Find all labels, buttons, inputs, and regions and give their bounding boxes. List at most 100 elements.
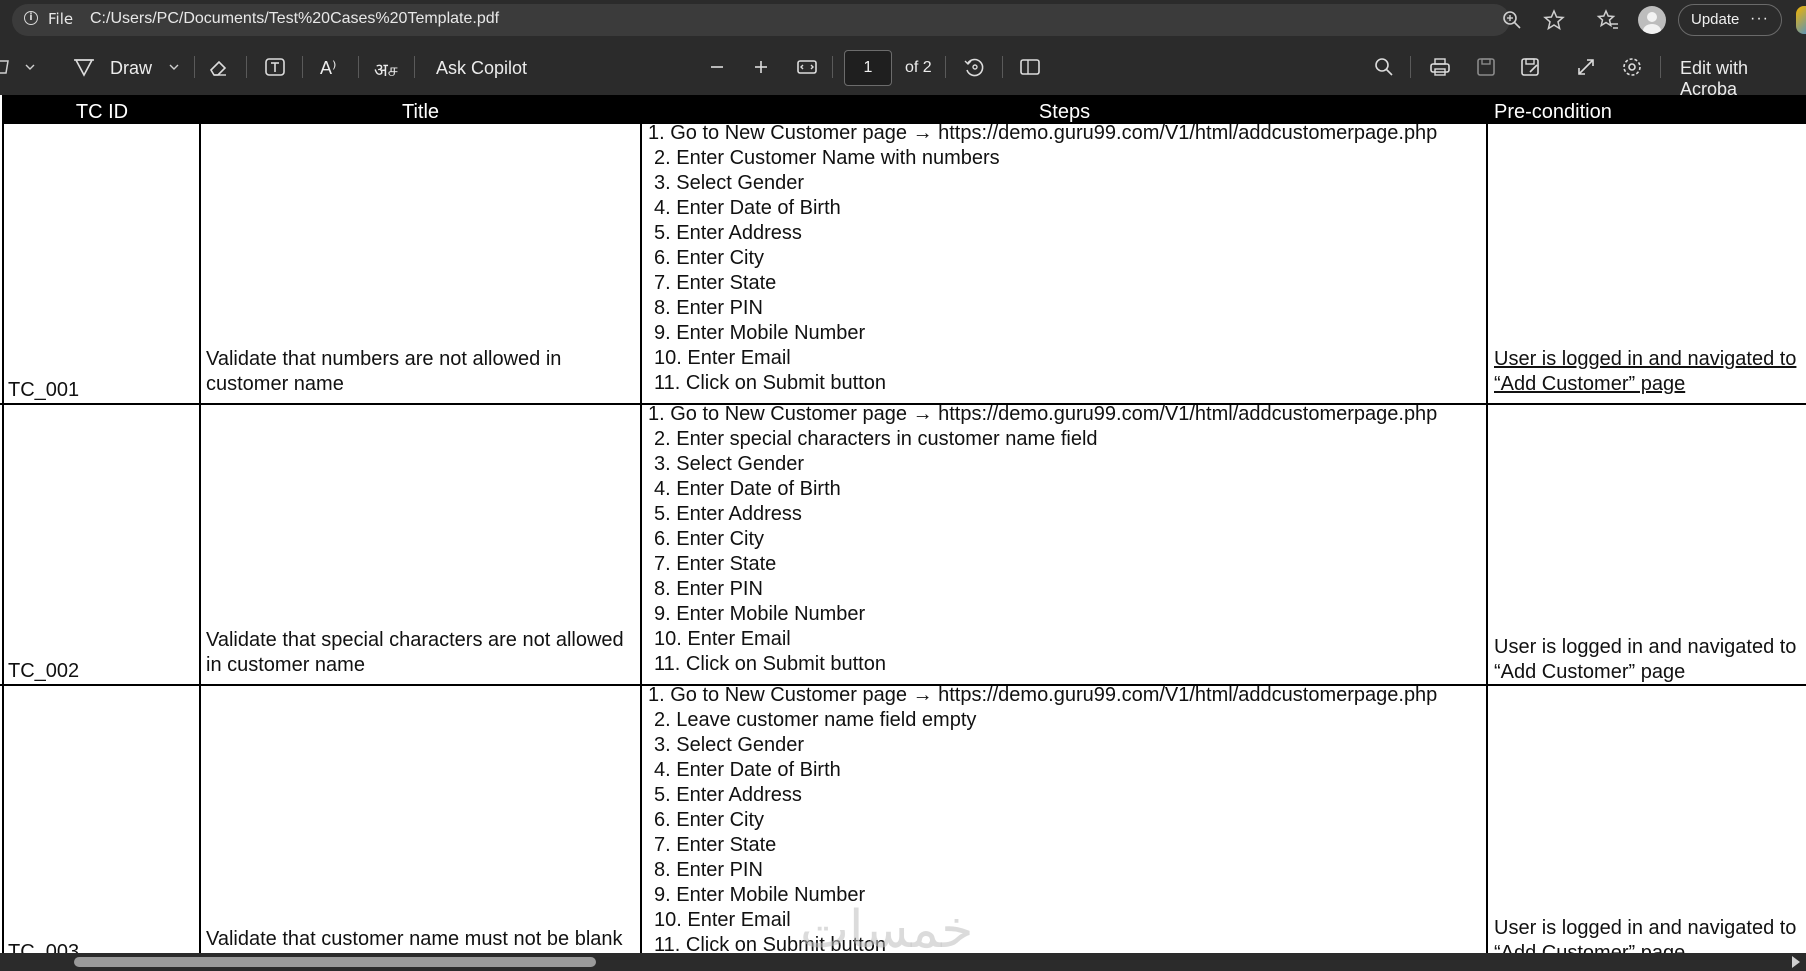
- toolbar-separator: [945, 56, 946, 78]
- step-item: 1. Go to New Customer page → https://dem…: [648, 403, 1438, 425]
- url-text[interactable]: C:/Users/PC/Documents/Test%20Cases%20Tem…: [90, 10, 499, 28]
- zoom-icon[interactable]: [1500, 8, 1524, 32]
- settings-icon[interactable]: [1620, 55, 1644, 79]
- step-item: 10. Enter Email: [654, 347, 791, 369]
- precondition-cell: User is logged in and navigated to “Add …: [1494, 917, 1797, 953]
- grid-line: [2, 95, 4, 953]
- print-icon[interactable]: [1428, 55, 1452, 79]
- step-item: 11. Click on Submit button: [654, 934, 886, 953]
- header-precondition: Pre-condition: [1488, 95, 1806, 124]
- step-item: 7. Enter State: [654, 272, 777, 294]
- update-button[interactable]: Update ···: [1678, 4, 1782, 36]
- title-cell: Validate that numbers are not allowed in…: [206, 348, 562, 395]
- step-item: 8. Enter PIN: [654, 297, 763, 319]
- steps-list: 1. Go to New Customer page → https://dem…: [648, 402, 1437, 677]
- step-item: 2. Enter special characters in customer …: [654, 428, 1098, 450]
- grid-line: [1486, 95, 1488, 953]
- favorite-star-icon[interactable]: [1542, 8, 1566, 32]
- toolbar-separator: [832, 56, 833, 78]
- step-item: 6. Enter City: [654, 247, 765, 269]
- browser-address-bar: i File C:/Users/PC/Documents/Test%20Case…: [0, 0, 1806, 40]
- favorites-list-icon[interactable]: [1596, 8, 1620, 32]
- step-item: 7. Enter State: [654, 834, 777, 856]
- pdf-page: TC ID Title Steps Pre-condition TC_001 V…: [0, 95, 1806, 953]
- text-box-icon[interactable]: [263, 55, 287, 79]
- draw-options-chevron-icon[interactable]: [166, 55, 182, 79]
- translate-icon[interactable]: अச: [374, 58, 398, 83]
- ask-copilot-button[interactable]: Ask Copilot: [436, 58, 527, 79]
- step-item: 3. Select Gender: [654, 734, 805, 756]
- tc-id-cell: TC_002: [8, 660, 80, 682]
- title-cell: Validate that customer name must not be …: [206, 928, 623, 950]
- draw-button[interactable]: Draw: [110, 58, 152, 79]
- watermark-logo: خمسات: [800, 900, 974, 953]
- steps-list: 1. Go to New Customer page → https://dem…: [648, 683, 1437, 953]
- step-item: 3. Select Gender: [654, 172, 805, 194]
- page-total: of 2: [905, 59, 932, 76]
- header-title: Title: [200, 95, 641, 124]
- rotate-icon[interactable]: [962, 55, 986, 79]
- info-icon[interactable]: i: [24, 11, 38, 25]
- grid-line: [199, 95, 201, 953]
- step-item: 7. Enter State: [654, 553, 777, 575]
- chevron-down-icon[interactable]: [22, 55, 38, 79]
- toolbar-separator: [1410, 56, 1411, 78]
- step-item: 10. Enter Email: [654, 628, 791, 650]
- step-item: 3. Select Gender: [654, 453, 805, 475]
- step-item: 6. Enter City: [654, 528, 765, 550]
- toolbar-separator: [1660, 56, 1661, 78]
- step-item: 6. Enter City: [654, 809, 765, 831]
- zoom-in-icon[interactable]: [749, 55, 773, 79]
- title-cell: Validate that special characters are not…: [206, 629, 624, 676]
- more-icon[interactable]: ···: [1750, 4, 1769, 34]
- fullscreen-icon[interactable]: [1574, 55, 1598, 79]
- header-tc-id: TC ID: [4, 95, 200, 124]
- toolbar-separator: [1002, 56, 1003, 78]
- step-item: 5. Enter Address: [654, 503, 802, 525]
- search-icon[interactable]: [1372, 55, 1396, 79]
- tc-id-cell: TC_001: [8, 379, 80, 401]
- toolbar-separator: [358, 56, 359, 78]
- step-item: 1. Go to New Customer page → https://dem…: [648, 122, 1438, 144]
- step-item: 4. Enter Date of Birth: [654, 478, 841, 500]
- page-number-input[interactable]: 1: [844, 50, 892, 86]
- pdf-toolbar: Draw A⁾ अச Ask Copilot 1 of 2 Edit with …: [0, 40, 1806, 99]
- toolbar-separator: [302, 56, 303, 78]
- toolbar-separator: [414, 56, 415, 78]
- step-item: 5. Enter Address: [654, 222, 802, 244]
- fit-page-icon[interactable]: [795, 55, 819, 79]
- step-item: 11. Click on Submit button: [654, 653, 886, 675]
- step-item: 8. Enter PIN: [654, 859, 763, 881]
- highlighter-icon[interactable]: [0, 55, 12, 79]
- save-icon[interactable]: [1474, 55, 1498, 79]
- step-item: 9. Enter Mobile Number: [654, 322, 866, 344]
- edit-with-acrobat-button[interactable]: Edit with Acroba: [1680, 58, 1806, 100]
- scrollbar-thumb[interactable]: [74, 957, 596, 967]
- profile-avatar-icon[interactable]: [1638, 6, 1666, 34]
- step-item: 10. Enter Email: [654, 909, 791, 931]
- eraser-icon[interactable]: [206, 55, 230, 79]
- zoom-out-icon[interactable]: [705, 55, 729, 79]
- step-item: 9. Enter Mobile Number: [654, 603, 866, 625]
- step-item: 5. Enter Address: [654, 784, 802, 806]
- draw-icon[interactable]: [72, 55, 96, 79]
- grid-line: [640, 95, 642, 953]
- header-steps: Steps: [641, 95, 1488, 124]
- scroll-right-arrow-icon[interactable]: [1792, 956, 1800, 968]
- precondition-cell: User is logged in and navigated to “Add …: [1494, 348, 1797, 395]
- step-item: 2. Enter Customer Name with numbers: [654, 147, 1000, 169]
- step-item: 8. Enter PIN: [654, 578, 763, 600]
- page-view-icon[interactable]: [1018, 55, 1042, 79]
- read-aloud-icon[interactable]: A⁾: [320, 58, 336, 79]
- step-item: 11. Click on Submit button: [654, 372, 886, 394]
- copilot-icon[interactable]: [1796, 6, 1806, 34]
- step-item: 4. Enter Date of Birth: [654, 197, 841, 219]
- step-item: 9. Enter Mobile Number: [654, 884, 866, 906]
- toolbar-separator: [246, 56, 247, 78]
- file-label: File: [48, 10, 74, 28]
- step-item: 2. Leave customer name field empty: [654, 709, 977, 731]
- horizontal-scrollbar[interactable]: [0, 953, 1806, 971]
- toolbar-separator: [194, 56, 195, 78]
- save-as-icon[interactable]: [1518, 55, 1542, 79]
- tc-id-cell: TC_003: [8, 941, 80, 953]
